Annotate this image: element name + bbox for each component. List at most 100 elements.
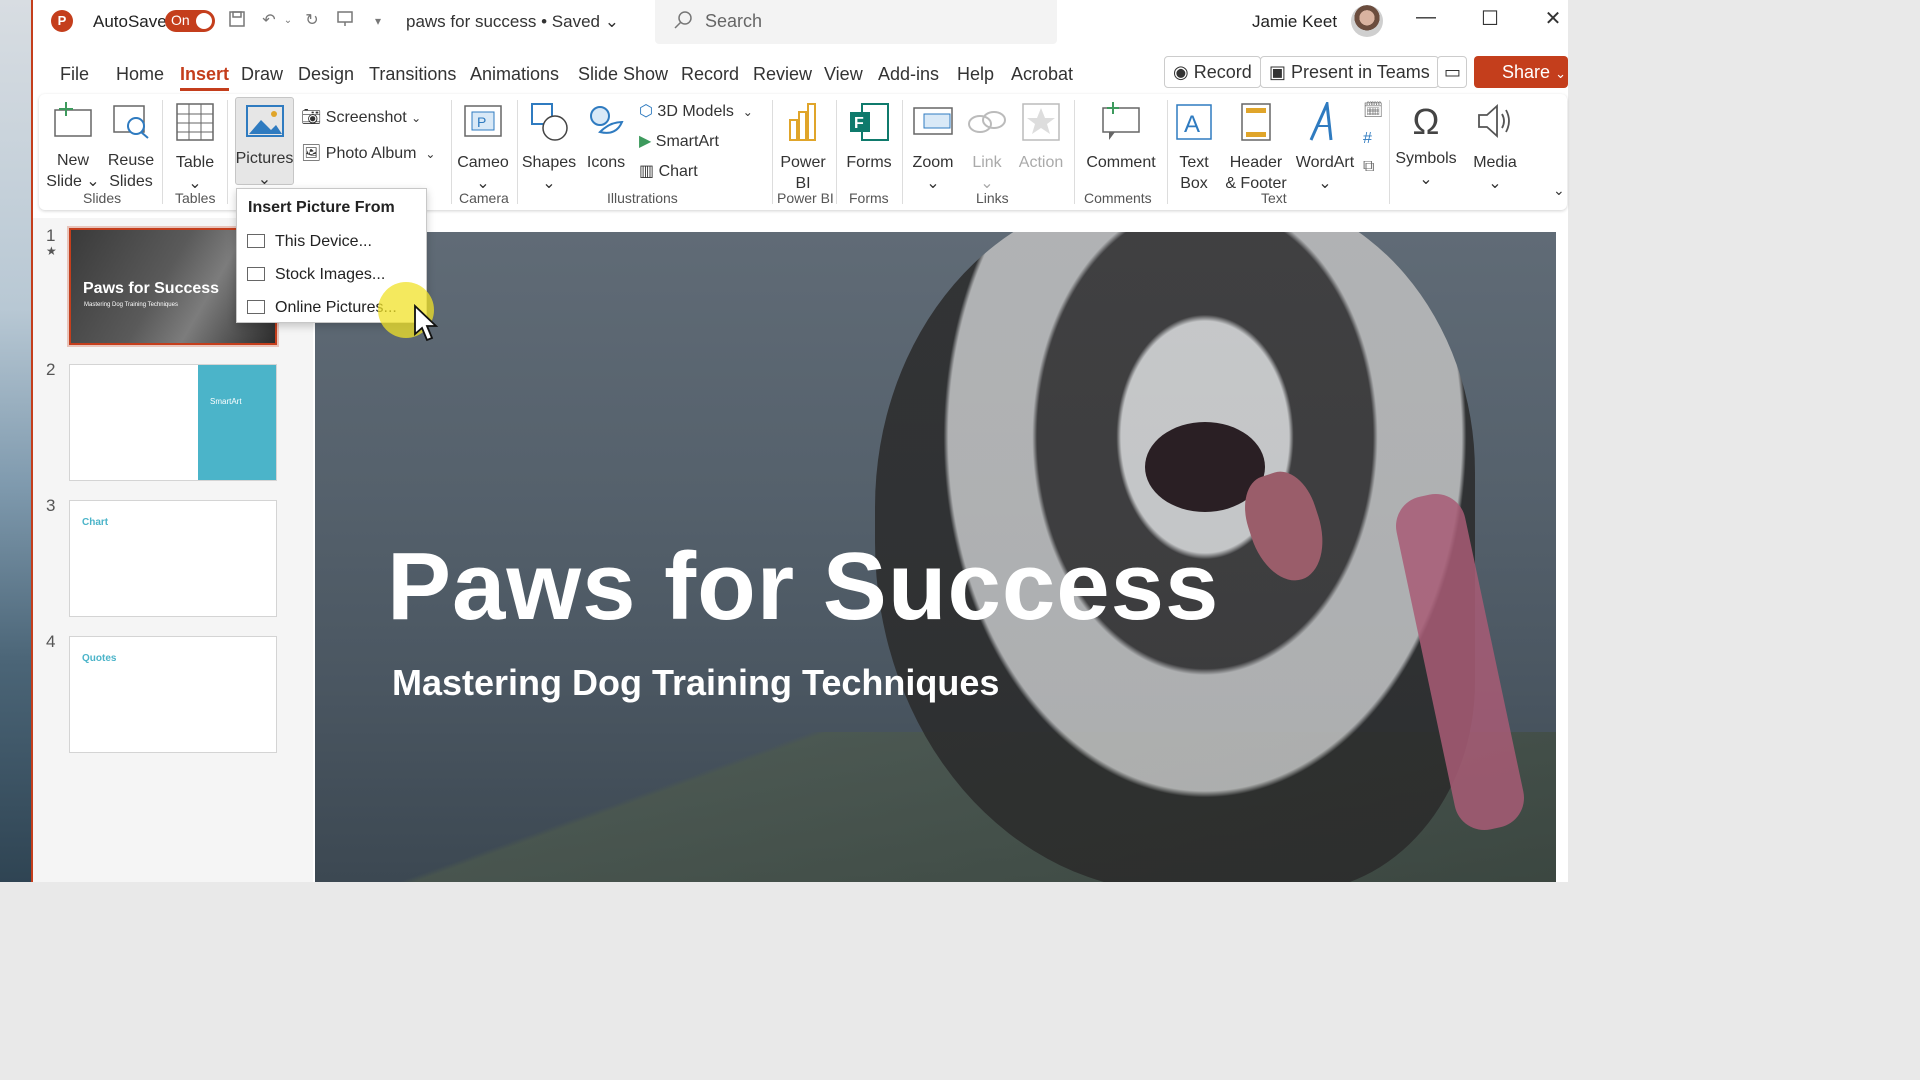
tab-slide-show[interactable]: Slide Show (578, 64, 668, 85)
pictures-button[interactable]: Pictures ⌄ (235, 104, 294, 190)
media-button[interactable]: Media ⌄ (1465, 100, 1525, 194)
search-placeholder: Search (705, 11, 763, 31)
slide-number-icon[interactable]: # (1363, 130, 1372, 148)
toggle-knob (196, 13, 212, 29)
tab-add-ins[interactable]: Add-ins (878, 64, 939, 85)
photo-album-button[interactable]: 🖼︎ Photo Album ⌄ (301, 143, 435, 163)
chart-button[interactable]: ▥ Chart (639, 161, 698, 181)
cameo-button[interactable]: P Cameo ⌄ (455, 102, 511, 194)
thumb-label: SmartArt (210, 397, 242, 406)
slide-title[interactable]: Paws for Success (387, 532, 1219, 642)
group-label-forms: Forms (849, 190, 889, 206)
undo-dropdown-icon[interactable]: ⌄ (281, 10, 295, 32)
minimize-icon[interactable]: — (1411, 6, 1441, 29)
mouse-cursor-icon (413, 303, 439, 347)
link-button[interactable]: Link ⌄ (963, 102, 1011, 194)
avatar[interactable] (1351, 5, 1383, 37)
comments-button[interactable]: ▭ (1437, 56, 1467, 88)
powerpoint-logo-icon: P (51, 10, 73, 32)
menu-header: Insert Picture From (248, 199, 395, 216)
menu-item-this-device[interactable]: This Device... (247, 233, 372, 251)
thumb-title: Paws for Success (83, 280, 220, 297)
slide-thumbnail-2[interactable]: SmartArt (69, 364, 277, 481)
share-button[interactable]: Share ⌄ (1474, 56, 1568, 88)
smartart-button[interactable]: ▶ SmartArt (639, 131, 719, 151)
tab-design[interactable]: Design (298, 64, 354, 85)
slide-number: 1 (46, 226, 56, 245)
autosave-state: On (171, 12, 190, 28)
zoom-button[interactable]: Zoom ⌄ (905, 102, 961, 194)
table-button[interactable]: Table ⌄ (165, 102, 225, 194)
autosave-toggle[interactable]: On (165, 10, 215, 32)
desktop-background (0, 0, 31, 882)
3d-models-button[interactable]: ⬡ 3D Models ⌄ (639, 101, 753, 121)
text-box-button[interactable]: A Text Box (1170, 102, 1218, 194)
icons-button[interactable]: Icons (581, 102, 631, 173)
group-label-slides: Slides (83, 190, 122, 206)
menu-item-stock-images[interactable]: Stock Images... (247, 266, 385, 284)
tab-file[interactable]: File (60, 64, 89, 85)
user-name[interactable]: Jamie Keet (1252, 12, 1337, 32)
record-button[interactable]: ◉ Record (1164, 56, 1261, 88)
redo-icon[interactable]: ↻ (301, 10, 323, 32)
tab-view[interactable]: View (824, 64, 863, 85)
comment-icon: ▭ (1444, 62, 1462, 82)
search-input[interactable]: Search (655, 0, 1057, 44)
thumb-label: Chart (82, 517, 109, 528)
present-from-start-icon[interactable] (334, 10, 356, 32)
reuse-slides-button[interactable]: Reuse Slides (101, 102, 161, 192)
forms-button[interactable]: F Forms (841, 102, 897, 173)
document-title[interactable]: paws for success • Saved ⌄ (406, 12, 619, 32)
comment-button[interactable]: Comment (1079, 102, 1163, 173)
slide-subtitle[interactable]: Mastering Dog Training Techniques (392, 662, 999, 704)
wordart-button[interactable]: WordArt ⌄ (1293, 98, 1357, 194)
tab-animations[interactable]: Animations (470, 64, 559, 85)
chevron-down-icon: ⌄ (1488, 175, 1502, 192)
header-footer-button[interactable]: Header & Footer (1221, 102, 1291, 194)
group-label-tables: Tables (175, 190, 216, 206)
customize-toolbar-icon[interactable]: ▾ (367, 10, 389, 32)
undo-icon[interactable]: ↶ (258, 10, 280, 32)
new-slide-button[interactable]: New Slide ⌄ (43, 102, 103, 192)
tab-home[interactable]: Home (116, 64, 164, 85)
record-icon: ◉ (1173, 62, 1189, 82)
collapse-ribbon-icon[interactable]: ⌄ (1553, 182, 1565, 199)
chevron-down-icon: ⌄ (1419, 171, 1433, 188)
screenshot-button[interactable]: 📷︎ Screenshot ⌄ (301, 107, 421, 127)
group-label-text: Text (1261, 190, 1287, 206)
ribbon-tabs: File Home Insert Draw Design Transitions… (33, 56, 1568, 92)
date-time-icon[interactable]: 🗓︎ (1363, 100, 1383, 120)
cube-icon: ⬡ (639, 103, 653, 120)
group-label-links: Links (976, 190, 1009, 206)
tab-insert[interactable]: Insert (180, 64, 230, 91)
save-icon[interactable] (226, 10, 248, 32)
tab-transitions[interactable]: Transitions (369, 64, 456, 85)
slide-thumbnail-4[interactable]: Quotes (69, 636, 277, 753)
power-bi-button[interactable]: Power BI (775, 102, 831, 194)
tab-record[interactable]: Record (681, 64, 739, 85)
menu-item-online-pictures[interactable]: Online Pictures... (247, 299, 397, 317)
chevron-down-icon: ⌄ (926, 175, 940, 192)
slide-canvas[interactable]: Paws for Success Mastering Dog Training … (315, 232, 1556, 882)
title-bar: P AutoSave On ↶ ⌄ ↻ ▾ paws for success •… (33, 0, 1568, 44)
search-icon (673, 10, 693, 35)
slide-thumbnail-3[interactable]: Chart (69, 500, 277, 617)
svg-text:F: F (854, 115, 864, 132)
action-button[interactable]: Action (1013, 102, 1069, 173)
screenshot-icon: 📷︎ (301, 109, 322, 126)
present-in-teams-button[interactable]: ▣ Present in Teams (1260, 56, 1439, 88)
tab-help[interactable]: Help (957, 64, 994, 85)
close-icon[interactable]: ✕ (1538, 6, 1568, 31)
tab-draw[interactable]: Draw (241, 64, 283, 85)
svg-text:P: P (477, 114, 486, 130)
tab-acrobat[interactable]: Acrobat (1011, 64, 1073, 85)
group-label-illustrations: Illustrations (607, 190, 678, 206)
symbols-button[interactable]: Ω Symbols ⌄ (1393, 100, 1459, 190)
chevron-down-icon: ⌄ (542, 175, 556, 192)
maximize-icon[interactable]: ☐ (1475, 6, 1505, 31)
shapes-button[interactable]: Shapes ⌄ (521, 102, 577, 194)
teams-icon: ▣ (1269, 62, 1287, 82)
tab-review[interactable]: Review (753, 64, 812, 85)
group-label-comments: Comments (1084, 190, 1152, 206)
object-icon[interactable]: ⧉ (1363, 158, 1374, 176)
